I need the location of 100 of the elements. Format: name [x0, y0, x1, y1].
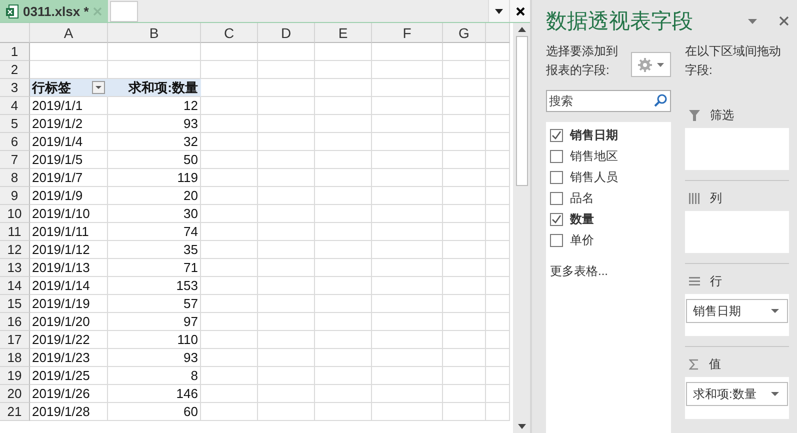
table-cell — [201, 367, 258, 385]
row-number[interactable]: 21 — [0, 403, 30, 421]
table-cell: 30 — [108, 205, 201, 223]
file-tab[interactable]: 0311.xlsx * — [0, 0, 108, 22]
column-header[interactable]: F — [372, 23, 443, 43]
drop-area[interactable]: 求和项:数量 — [685, 377, 789, 419]
column-header[interactable]: A — [30, 23, 108, 43]
checkbox[interactable] — [550, 213, 563, 226]
table-cell — [201, 295, 258, 313]
row-number[interactable]: 17 — [0, 331, 30, 349]
more-tables-link[interactable]: 更多表格... — [550, 263, 608, 280]
down-arrow-icon[interactable] — [518, 424, 526, 429]
area-field-dropdown[interactable]: 销售日期 — [686, 299, 788, 323]
column-header[interactable]: G — [443, 23, 486, 43]
close-button[interactable] — [509, 0, 530, 22]
column-header[interactable]: D — [258, 23, 315, 43]
field-label[interactable]: 销售人员 — [570, 169, 618, 186]
table-cell — [443, 241, 486, 259]
search-field[interactable]: 搜索 — [546, 90, 671, 112]
caret-icon — [495, 8, 503, 14]
dropdown-caret-icon[interactable] — [748, 18, 757, 24]
table-cell — [372, 151, 443, 169]
table-cell — [258, 349, 315, 367]
row-number[interactable]: 9 — [0, 187, 30, 205]
table-cell — [486, 97, 510, 115]
row-number[interactable]: 20 — [0, 385, 30, 403]
row-number[interactable]: 12 — [0, 241, 30, 259]
checkbox[interactable] — [550, 234, 563, 247]
table-cell — [443, 295, 486, 313]
table-cell — [486, 259, 510, 277]
column-header[interactable]: E — [315, 23, 372, 43]
table-cell — [443, 43, 486, 61]
checkbox[interactable] — [550, 171, 563, 184]
table-cell — [201, 331, 258, 349]
vertical-scrollbar[interactable] — [513, 23, 530, 433]
row-number[interactable]: 16 — [0, 313, 30, 331]
table-cell: 2019/1/22 — [30, 331, 108, 349]
row-number[interactable]: 18 — [0, 349, 30, 367]
table-cell — [201, 43, 258, 61]
table-cell: 12 — [108, 97, 201, 115]
table-cell — [443, 187, 486, 205]
drop-area[interactable]: 销售日期 — [685, 294, 789, 336]
table-cell — [443, 277, 486, 295]
table-cell — [486, 61, 510, 79]
table-cell: 2019/1/25 — [30, 367, 108, 385]
row-number[interactable]: 15 — [0, 295, 30, 313]
field-label[interactable]: 销售日期 — [570, 127, 618, 144]
table-cell — [486, 187, 510, 205]
table-cell — [486, 241, 510, 259]
close-icon[interactable] — [779, 16, 789, 26]
table-cell: 2019/1/11 — [30, 223, 108, 241]
sigma-icon — [689, 358, 699, 370]
rows-icon — [689, 276, 700, 286]
row-number[interactable]: 10 — [0, 205, 30, 223]
row-number[interactable]: 6 — [0, 133, 30, 151]
table-cell — [372, 259, 443, 277]
table-cell — [372, 403, 443, 421]
table-cell — [443, 115, 486, 133]
table-cell — [258, 331, 315, 349]
table-cell — [315, 367, 372, 385]
table-cell — [315, 241, 372, 259]
table-cell — [372, 169, 443, 187]
area-field-dropdown[interactable]: 求和项:数量 — [686, 382, 788, 406]
row-number[interactable]: 2 — [0, 61, 30, 79]
field-label[interactable]: 品名 — [570, 190, 594, 207]
table-cell: 2019/1/2 — [30, 115, 108, 133]
table-cell — [486, 43, 510, 61]
field-label[interactable]: 数量 — [570, 211, 594, 228]
table-cell — [443, 259, 486, 277]
column-header[interactable]: B — [108, 23, 201, 43]
row-number[interactable]: 11 — [0, 223, 30, 241]
column-header[interactable]: C — [201, 23, 258, 43]
row-number[interactable]: 14 — [0, 277, 30, 295]
row-number[interactable]: 5 — [0, 115, 30, 133]
table-cell — [486, 313, 510, 331]
table-cell — [372, 61, 443, 79]
row-number[interactable]: 7 — [0, 151, 30, 169]
row-number[interactable]: 1 — [0, 43, 30, 61]
settings-button[interactable] — [630, 52, 671, 77]
field-label[interactable]: 单价 — [570, 232, 594, 249]
checkbox[interactable] — [550, 192, 563, 205]
checkbox[interactable] — [550, 150, 563, 163]
row-number[interactable]: 19 — [0, 367, 30, 385]
row-number[interactable]: 4 — [0, 97, 30, 115]
checkbox[interactable] — [550, 129, 563, 142]
row-number[interactable]: 8 — [0, 169, 30, 187]
filter-dropdown-icon[interactable] — [92, 81, 105, 94]
table-cell — [201, 151, 258, 169]
table-cell: 2019/1/28 — [30, 403, 108, 421]
row-number[interactable]: 13 — [0, 259, 30, 277]
table-cell — [486, 331, 510, 349]
row-labels-header: 行标签 — [32, 78, 71, 96]
area-label: 值 — [709, 356, 721, 372]
table-cell: 50 — [108, 151, 201, 169]
up-arrow-icon[interactable] — [518, 27, 526, 32]
table-cell: 71 — [108, 259, 201, 277]
field-label[interactable]: 销售地区 — [570, 148, 618, 165]
dropdown-button[interactable] — [488, 0, 509, 22]
row-number[interactable]: 3 — [0, 79, 30, 97]
scroll-thumb[interactable] — [516, 36, 528, 186]
